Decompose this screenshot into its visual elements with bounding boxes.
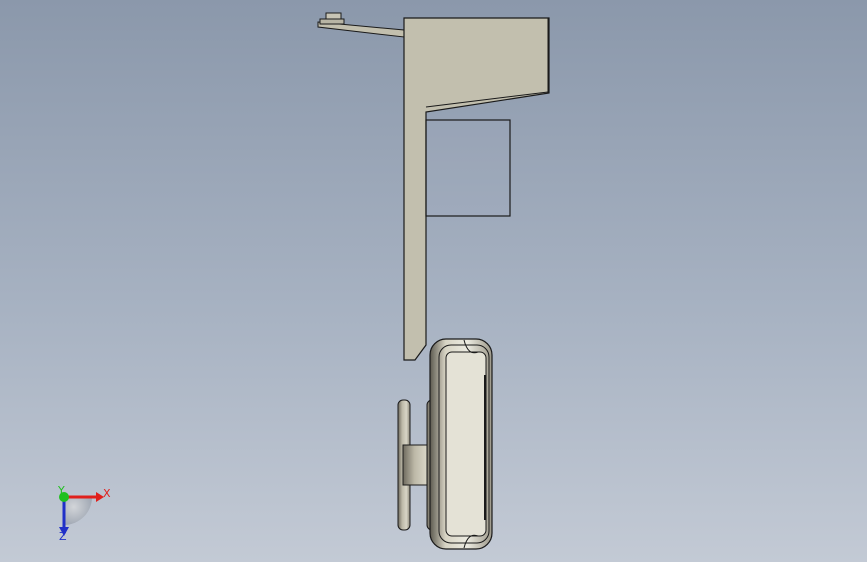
housing-body[interactable] [429, 338, 493, 550]
y-axis-label: Y [58, 484, 65, 497]
model-view[interactable] [0, 0, 867, 562]
z-axis-label: Z [59, 530, 67, 543]
bracket-arm[interactable] [317, 12, 405, 38]
mount-block[interactable] [425, 119, 511, 217]
x-axis-label: X [103, 487, 111, 500]
graphics-viewport[interactable]: X Y Z [0, 0, 867, 562]
